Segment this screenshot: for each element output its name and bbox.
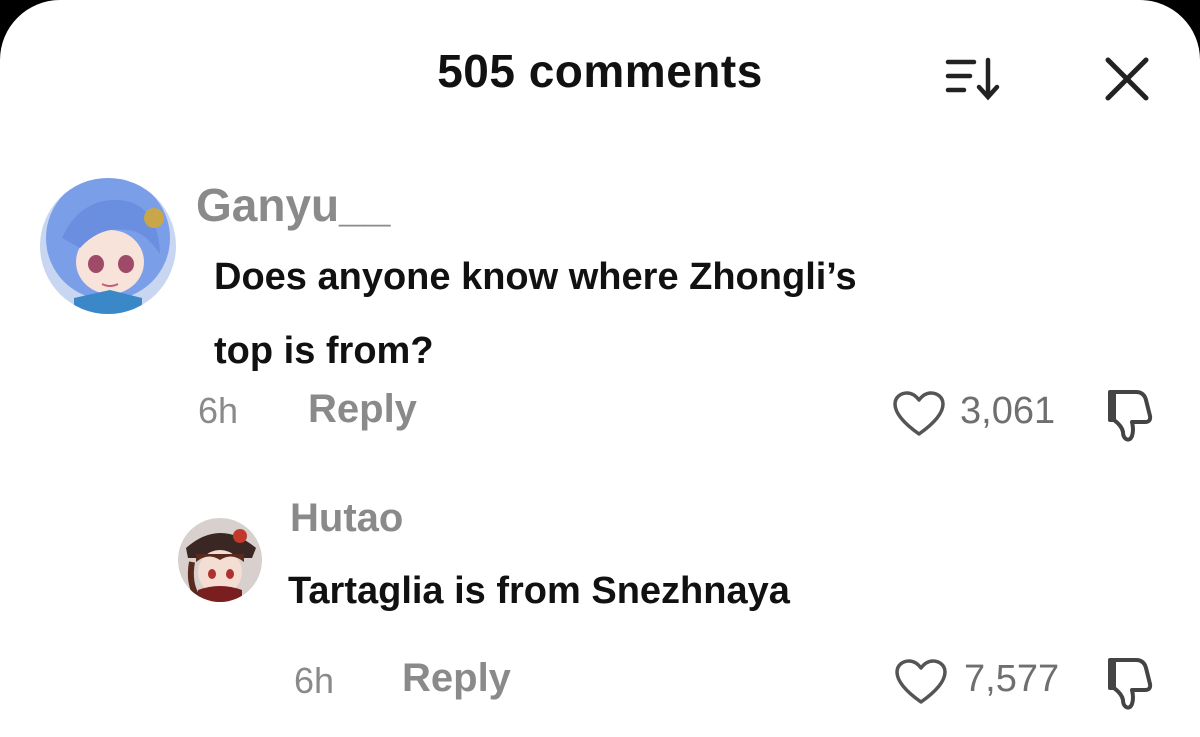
comment-username[interactable]: Hutao <box>290 496 403 541</box>
ganyu-avatar[interactable] <box>40 178 176 314</box>
like-count: 7,577 <box>964 658 1060 700</box>
comment-timestamp: 6h <box>198 390 239 431</box>
reply-button[interactable]: Reply <box>308 387 417 432</box>
like-count: 3,061 <box>960 390 1056 432</box>
comment-text-line: Tartaglia is from Snezhnaya <box>288 570 790 612</box>
dislike-icon[interactable] <box>1100 654 1156 712</box>
sort-icon[interactable] <box>944 54 1002 104</box>
heart-icon[interactable] <box>892 390 946 438</box>
dislike-icon[interactable] <box>1100 386 1156 444</box>
comment-text-line: Does anyone know where Zhongli’s <box>214 256 857 298</box>
close-icon[interactable] <box>1102 54 1152 104</box>
comments-sheet: 505 comments Ganyu__ Does anyone know wh… <box>0 0 1200 737</box>
comment-timestamp: 6h <box>294 660 335 701</box>
comment-username[interactable]: Ganyu__ <box>196 178 390 232</box>
comments-count-title: 505 comments <box>437 45 763 97</box>
heart-icon[interactable] <box>894 658 948 706</box>
hutao-avatar[interactable] <box>178 518 262 602</box>
comment-text-line: top is from? <box>214 330 434 372</box>
reply-button[interactable]: Reply <box>402 656 511 701</box>
